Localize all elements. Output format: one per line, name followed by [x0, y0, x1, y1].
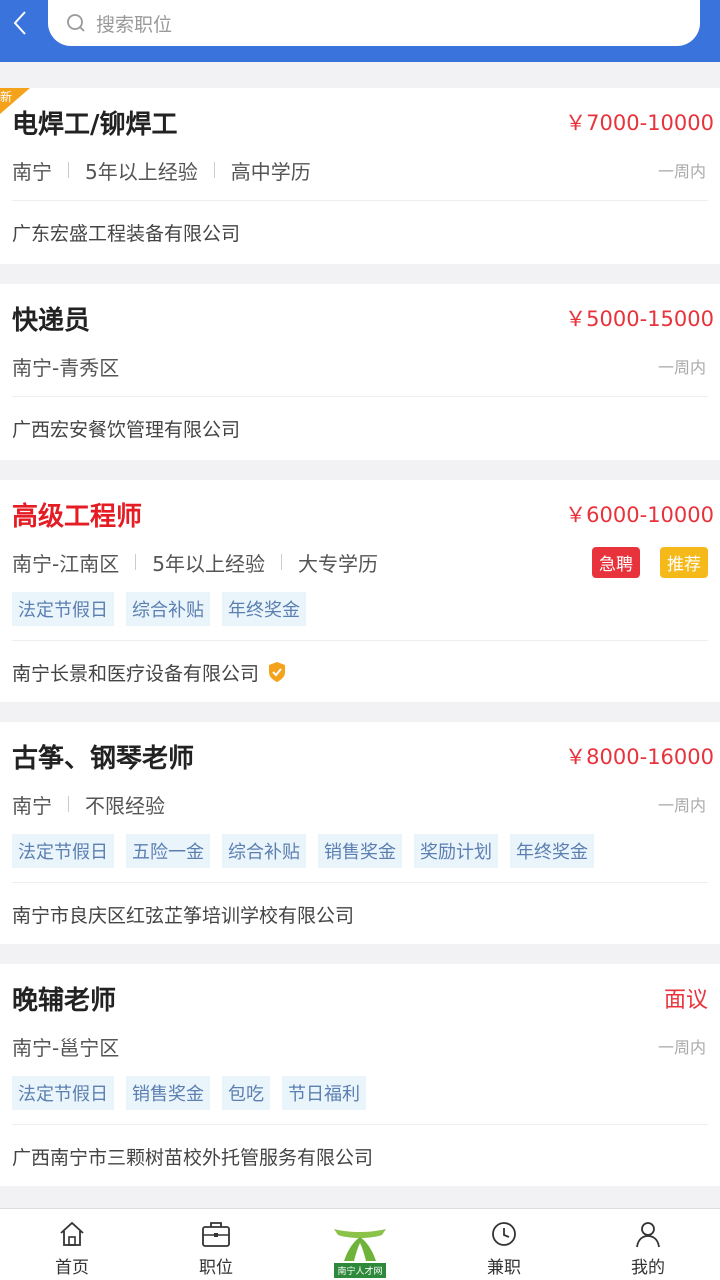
- company-name: 广东宏盛工程装备有限公司: [12, 222, 241, 245]
- job-meta: 南宁-邕宁区: [12, 1035, 120, 1060]
- user-icon: [636, 1222, 660, 1248]
- tab-home[interactable]: 首页: [12, 1219, 132, 1280]
- job-meta: 南宁 不限经验: [12, 793, 165, 818]
- benefit-tag: 综合补贴: [126, 592, 210, 626]
- job-title: 晚辅老师: [12, 985, 117, 1016]
- benefit-tag: 法定节假日: [12, 834, 114, 868]
- post-time: 一周内: [657, 358, 706, 377]
- benefit-tag: 年终奖金: [222, 592, 306, 626]
- benefit-tag: 法定节假日: [12, 592, 114, 626]
- job-card[interactable]: 高级工程师 ￥6000-10000 南宁-江南区 5年以上经验 大专学历 急聘 …: [0, 480, 720, 702]
- company-name: 广西宏安餐饮管理有限公司: [12, 418, 241, 441]
- company-name: 广西南宁市三颗树苗校外托管服务有限公司: [12, 1146, 374, 1169]
- benefit-tag: 综合补贴: [222, 834, 306, 868]
- job-card[interactable]: 晚辅老师 面议 南宁-邕宁区 一周内 法定节假日 销售奖金 包吃 节日福利 广西…: [0, 964, 720, 1186]
- company-name: 南宁长景和医疗设备有限公司: [12, 641, 708, 703]
- tab-parttime[interactable]: 兼职: [444, 1219, 564, 1280]
- job-card[interactable]: 快递员 ￥5000-15000 南宁-青秀区 一周内 广西宏安餐饮管理有限公司: [0, 284, 720, 460]
- top-bar: 搜索职位: [0, 0, 720, 62]
- job-salary: ￥7000-10000: [565, 111, 714, 135]
- post-time: 一周内: [657, 1038, 706, 1057]
- home-icon: [60, 1221, 84, 1246]
- post-time: 一周内: [657, 162, 706, 181]
- chevron-left-icon: [13, 11, 26, 35]
- back-button[interactable]: [0, 0, 40, 46]
- search-icon: [67, 14, 85, 32]
- job-salary: 面议: [663, 988, 708, 1013]
- benefit-tag: 奖励计划: [414, 834, 498, 868]
- job-title: 古筝、钢琴老师: [12, 743, 195, 774]
- company-name: 南宁市良庆区红弦芷筝培训学校有限公司: [12, 904, 355, 927]
- benefit-tag: 年终奖金: [510, 834, 594, 868]
- post-time: 一周内: [657, 796, 706, 815]
- job-salary: ￥5000-15000: [565, 307, 714, 331]
- benefit-tag: 销售奖金: [126, 1076, 210, 1110]
- search-placeholder: 搜索职位: [96, 13, 173, 36]
- job-card[interactable]: 古筝、钢琴老师 ￥8000-16000 南宁 不限经验 一周内 法定节假日 五险…: [0, 722, 720, 944]
- tab-logo[interactable]: 南宁人才网: [300, 1215, 420, 1280]
- tab-jobs[interactable]: 职位: [156, 1219, 276, 1280]
- job-title: 电焊工/铆焊工: [12, 109, 178, 140]
- benefit-tag: 节日福利: [282, 1076, 366, 1110]
- bottom-tab-bar: 首页 职位 南宁人才网 兼职 我的: [0, 1208, 720, 1280]
- benefit-tag: 包吃: [222, 1076, 270, 1110]
- job-meta: 南宁 5年以上经验 高中学历: [12, 159, 311, 184]
- job-salary: ￥8000-16000: [565, 745, 714, 769]
- benefit-tag: 五险一金: [126, 834, 210, 868]
- benefit-tags: 法定节假日 销售奖金 包吃 节日福利: [12, 1076, 708, 1110]
- new-badge: 新: [0, 88, 30, 114]
- job-meta: 南宁-江南区 5年以上经验 大专学历: [12, 551, 378, 576]
- job-title: 快递员: [12, 305, 91, 336]
- briefcase-icon: [202, 1222, 230, 1247]
- job-card[interactable]: 新 电焊工/铆焊工 ￥7000-10000 南宁 5年以上经验 高中学历 一周内…: [0, 88, 720, 264]
- benefit-tag: 法定节假日: [12, 1076, 114, 1110]
- benefit-tags: 法定节假日 五险一金 综合补贴 销售奖金 奖励计划 年终奖金: [12, 834, 708, 868]
- job-salary: ￥6000-10000: [565, 503, 714, 527]
- nanning-logo-icon: [334, 1229, 386, 1261]
- tab-mine[interactable]: 我的: [588, 1219, 708, 1280]
- job-title: 高级工程师: [12, 501, 143, 532]
- benefit-tags: 法定节假日 综合补贴 年终奖金: [12, 592, 708, 626]
- job-meta: 南宁-青秀区: [12, 355, 120, 380]
- recommend-badge: 推荐: [660, 546, 708, 578]
- urgent-badge: 急聘: [592, 546, 640, 578]
- verified-shield-icon: [267, 661, 287, 683]
- job-list: 新 电焊工/铆焊工 ￥7000-10000 南宁 5年以上经验 高中学历 一周内…: [0, 88, 720, 1206]
- benefit-tag: 销售奖金: [318, 834, 402, 868]
- clock-icon: [492, 1222, 516, 1246]
- search-input[interactable]: 搜索职位: [48, 0, 700, 46]
